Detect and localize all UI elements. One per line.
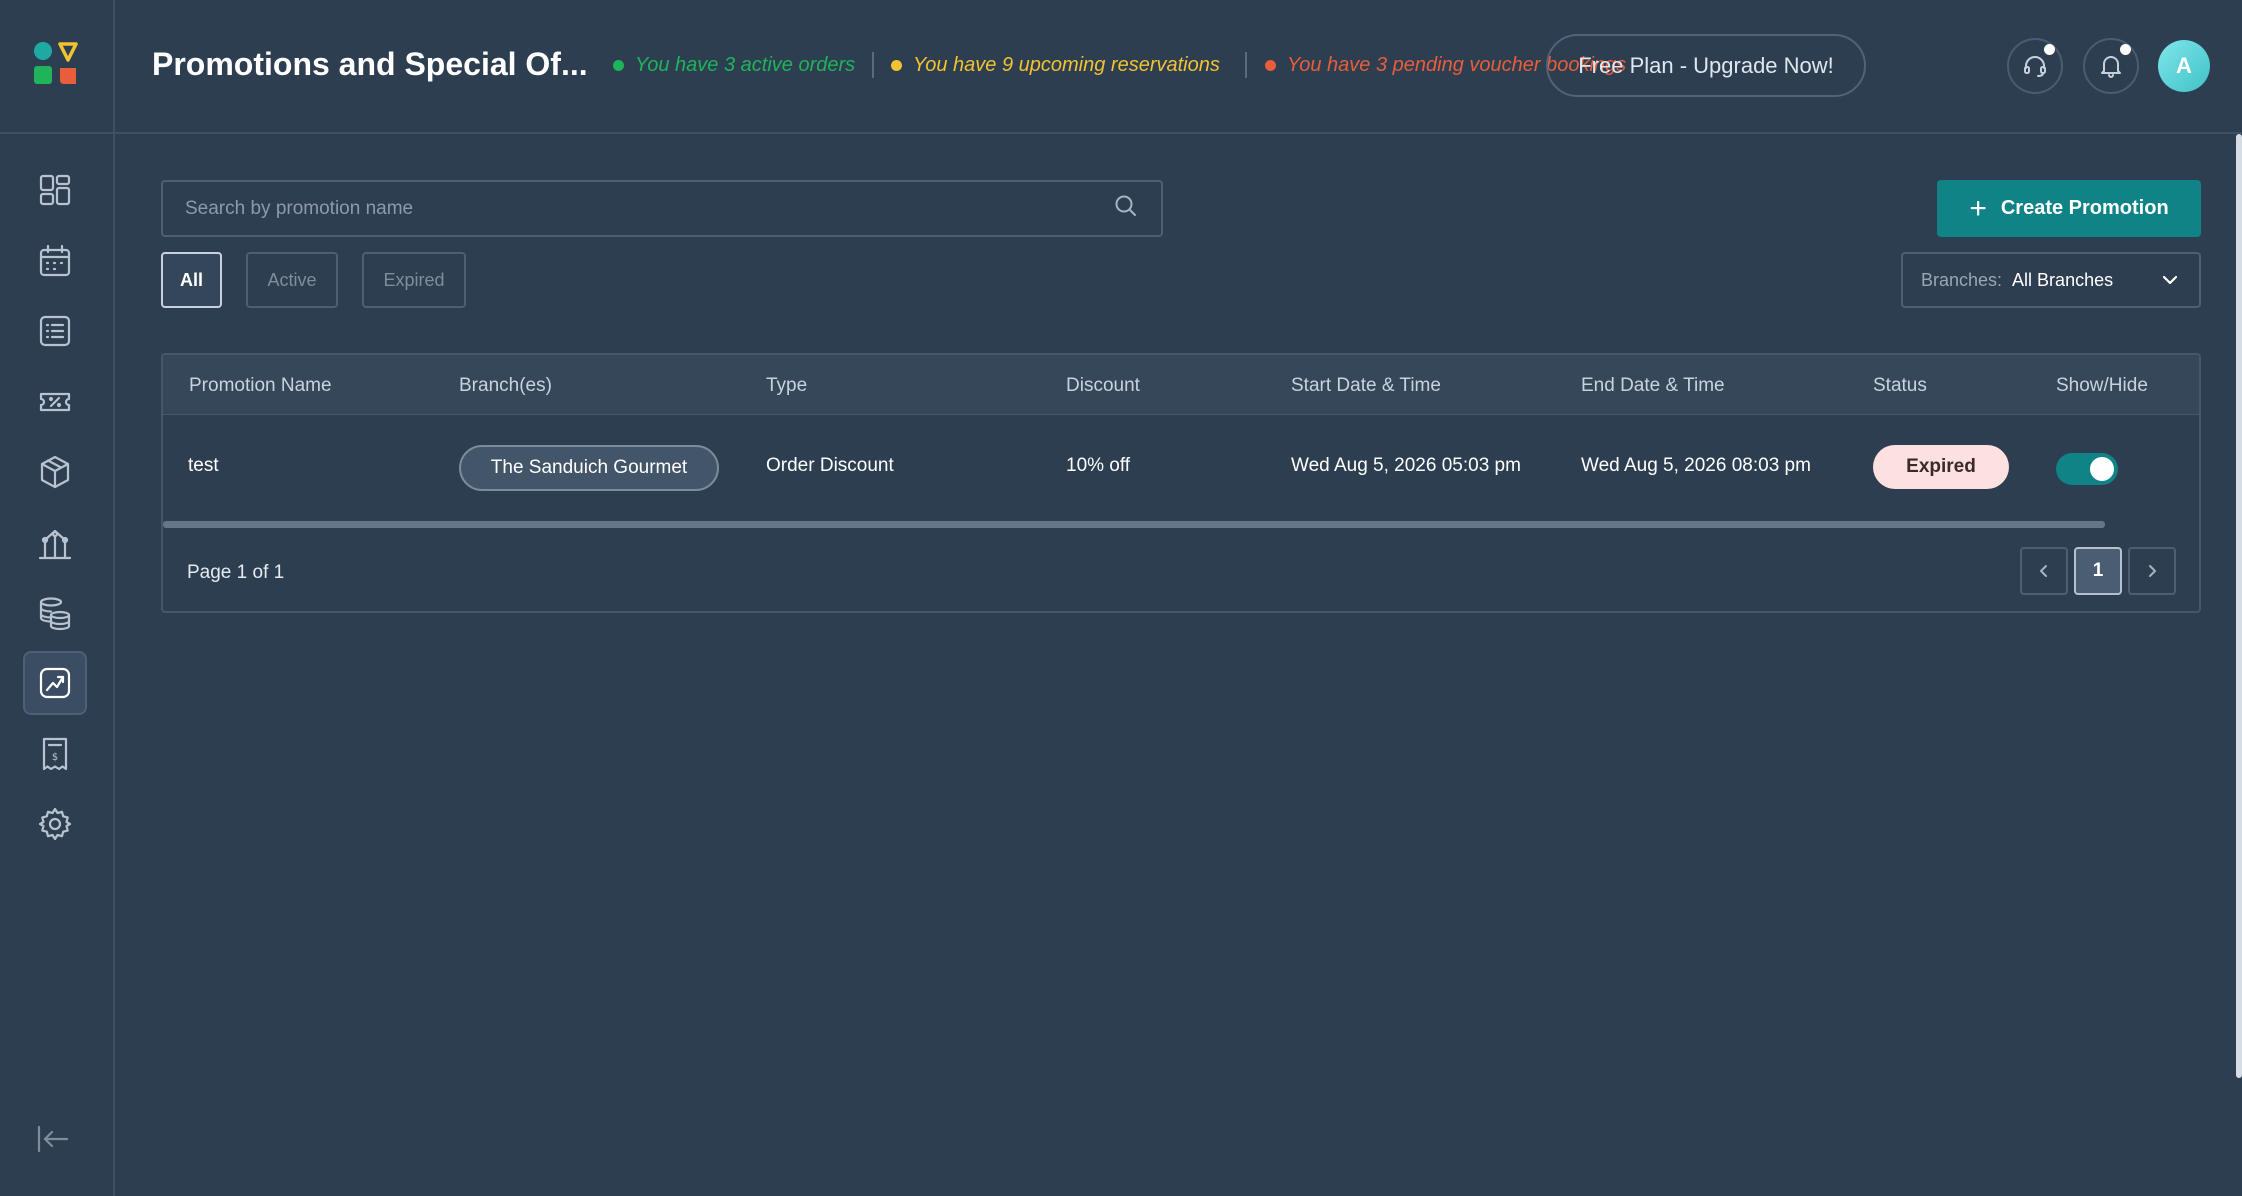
chevron-left-icon: [2040, 565, 2047, 577]
promotions-table: Promotion Name Branch(es) Type Discount …: [161, 353, 2201, 613]
sidebar-item-vouchers[interactable]: [23, 370, 87, 434]
promotion-discount: 10% off: [1066, 455, 1131, 476]
status-separator: [872, 52, 874, 78]
column-header[interactable]: Discount: [1066, 375, 1140, 397]
page-scrollbar[interactable]: [2236, 134, 2242, 1078]
branch-pill: The Sanduich Gourmet: [459, 445, 719, 491]
sidebar-item-products[interactable]: [23, 440, 87, 504]
receipt-icon: $: [42, 737, 68, 771]
column-header[interactable]: End Date & Time: [1581, 375, 1725, 397]
branches-value: All Branches: [2012, 269, 2114, 290]
avatar[interactable]: A: [2158, 40, 2210, 92]
horizontal-scrollbar[interactable]: [163, 521, 2105, 528]
table-row[interactable]: test The Sanduich Gourmet Order Discount…: [163, 415, 2199, 521]
create-promotion-button[interactable]: + Create Promotion: [1937, 180, 2201, 237]
filter-active[interactable]: Active: [246, 252, 338, 308]
sidebar-item-inventory[interactable]: [23, 581, 87, 645]
sidebar-item-analytics[interactable]: [23, 511, 87, 575]
upgrade-button[interactable]: Free Plan - Upgrade Now!: [1546, 34, 1866, 97]
reservations-status[interactable]: You have 9 upcoming reservations: [891, 54, 1220, 77]
promotion-type: Order Discount: [766, 455, 894, 476]
column-header[interactable]: Show/Hide: [2056, 375, 2148, 397]
bell-icon: [2101, 56, 2121, 78]
promotion-name[interactable]: test: [188, 455, 219, 477]
reservations-text: You have 9 upcoming reservations: [913, 54, 1220, 76]
analytics-icon: [38, 529, 72, 560]
filter-expired[interactable]: Expired: [362, 252, 466, 308]
status-dot: [1265, 60, 1276, 71]
promotions-icon: [39, 667, 71, 699]
page-info: Page 1 of 1: [187, 562, 285, 583]
branches-dropdown[interactable]: Branches: All Branches: [1901, 252, 2201, 308]
promotion-end: Wed Aug 5, 2026 08:03 pm: [1581, 455, 1811, 476]
column-header[interactable]: Start Date & Time: [1291, 375, 1441, 397]
top-header: Promotions and Special Of... You have 3 …: [115, 0, 2242, 134]
search-field[interactable]: [161, 180, 1163, 237]
logout-button[interactable]: [35, 1124, 75, 1158]
active-orders-text: You have 3 active orders: [635, 54, 856, 76]
notification-badge: [2120, 44, 2131, 55]
svg-text:$: $: [52, 752, 58, 763]
calendar-icon: [39, 244, 71, 277]
status-separator: [1245, 52, 1247, 78]
sidebar: $: [0, 0, 115, 1196]
toggle-knob: [2090, 457, 2114, 481]
search-input[interactable]: [185, 197, 1113, 220]
show-hide-toggle[interactable]: [2056, 453, 2118, 485]
column-header[interactable]: Status: [1873, 375, 1927, 397]
status-dot: [613, 60, 624, 71]
dashboard-icon: [39, 174, 71, 206]
column-header[interactable]: Promotion Name: [189, 375, 332, 397]
status-dot: [891, 60, 902, 71]
sidebar-item-reservations[interactable]: [23, 229, 87, 293]
branches-label: Branches:: [1921, 269, 2003, 290]
page-number-button[interactable]: 1: [2074, 547, 2122, 595]
search-icon[interactable]: [1113, 193, 1139, 224]
settings-icon: [38, 807, 72, 841]
box-icon: [40, 455, 70, 489]
page-title: Promotions and Special Of...: [152, 46, 588, 82]
prev-page-button[interactable]: [2020, 547, 2068, 595]
headset-icon: [2024, 56, 2046, 77]
filter-all[interactable]: All: [161, 252, 222, 308]
column-header[interactable]: Branch(es): [459, 375, 552, 397]
promotion-start: Wed Aug 5, 2026 05:03 pm: [1291, 455, 1521, 476]
create-promotion-label: Create Promotion: [2000, 197, 2169, 219]
status-badge: Expired: [1873, 445, 2009, 489]
sidebar-divider: [0, 132, 115, 134]
sidebar-item-dashboard[interactable]: [23, 158, 87, 222]
table-header: Promotion Name Branch(es) Type Discount …: [163, 355, 2199, 415]
orders-list-icon: [39, 315, 71, 347]
voucher-icon: [39, 392, 71, 412]
plus-icon: +: [1969, 191, 1987, 225]
app-logo[interactable]: [30, 38, 82, 90]
support-badge: [2044, 44, 2055, 55]
active-orders-status[interactable]: You have 3 active orders: [613, 54, 855, 77]
logout-icon: [37, 1125, 69, 1153]
chevron-right-icon: [2149, 565, 2156, 577]
chevron-down-icon: [2162, 275, 2178, 285]
sidebar-item-settings[interactable]: [23, 792, 87, 856]
sidebar-item-promotions[interactable]: [23, 651, 87, 715]
support-button[interactable]: [2007, 38, 2063, 94]
sidebar-item-billing[interactable]: $: [23, 722, 87, 786]
column-header[interactable]: Type: [766, 375, 807, 397]
next-page-button[interactable]: [2128, 547, 2176, 595]
sidebar-item-orders[interactable]: [23, 299, 87, 363]
notifications-button[interactable]: [2083, 38, 2139, 94]
database-icon: [39, 597, 71, 631]
